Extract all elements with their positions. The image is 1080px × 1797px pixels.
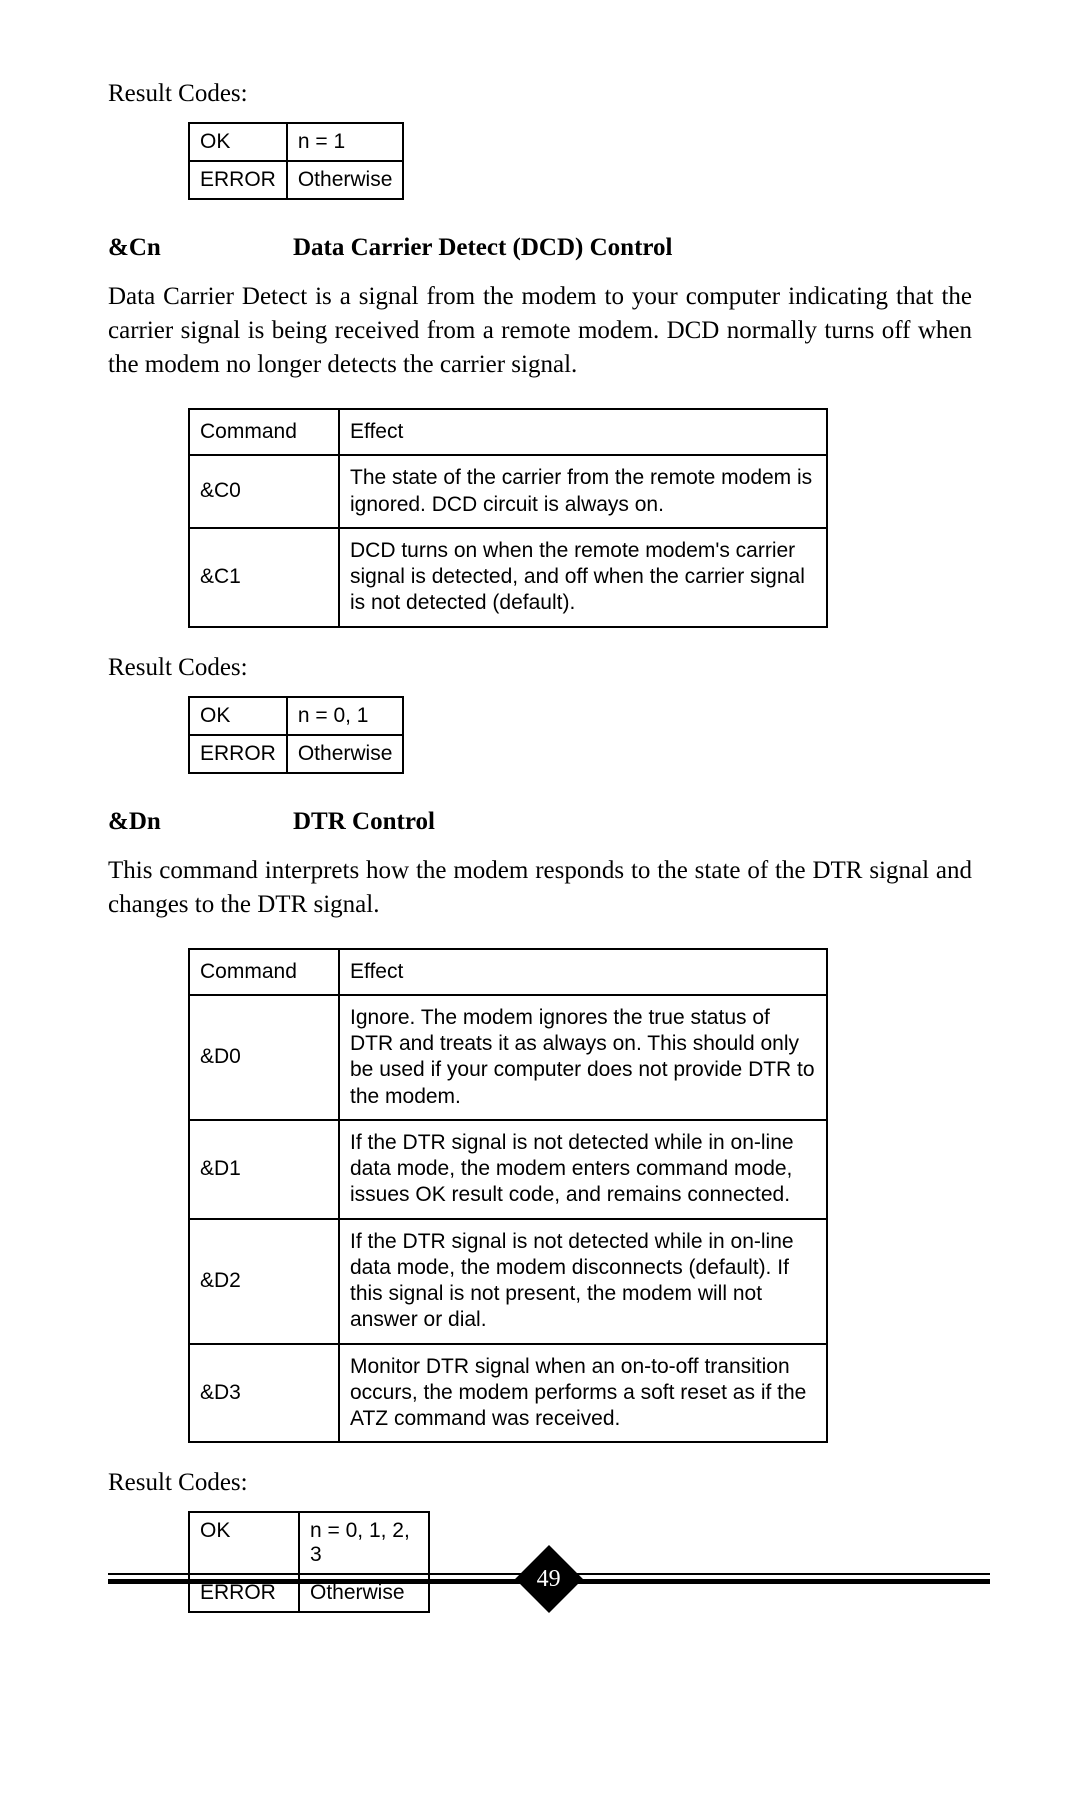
table-row: &D3 Monitor DTR signal when an on-to-off…: [189, 1344, 827, 1443]
result-condition: n = 0, 1, 2, 3: [299, 1512, 429, 1574]
effect-cell: The state of the carrier from the remote…: [339, 455, 827, 528]
result-codes-label: Result Codes:: [108, 1469, 972, 1497]
table-row: &C0 The state of the carrier from the re…: [189, 455, 827, 528]
result-codes-table-2: OK n = 0, 1 ERROR Otherwise: [188, 696, 404, 774]
result-code: OK: [189, 123, 287, 161]
command-cell: &D0: [189, 995, 339, 1120]
effect-cell: If the DTR signal is not detected while …: [339, 1120, 827, 1219]
command-cell: &D3: [189, 1344, 339, 1443]
result-code: OK: [189, 1512, 299, 1574]
command-cell: &D2: [189, 1219, 339, 1344]
result-condition: Otherwise: [287, 161, 404, 199]
command-title: DTR Control: [293, 808, 435, 836]
page-content: Result Codes: OK n = 1 ERROR Otherwise &…: [0, 0, 1080, 1797]
table-header-effect: Effect: [339, 949, 827, 995]
table-header-command: Command: [189, 949, 339, 995]
command-code: &Dn: [108, 808, 293, 836]
result-code: OK: [189, 697, 287, 735]
result-condition: n = 0, 1: [287, 697, 404, 735]
table-row: ERROR Otherwise: [189, 735, 403, 773]
table-row: OK n = 1: [189, 123, 403, 161]
result-code: ERROR: [189, 161, 287, 199]
table-row: Command Effect: [189, 409, 827, 455]
table-row: &D1 If the DTR signal is not detected wh…: [189, 1120, 827, 1219]
table-row: &D0 Ignore. The modem ignores the true s…: [189, 995, 827, 1120]
command-title: Data Carrier Detect (DCD) Control: [293, 234, 673, 262]
effect-cell: DCD turns on when the remote modem's car…: [339, 528, 827, 627]
result-code: ERROR: [189, 735, 287, 773]
result-codes-table-1: OK n = 1 ERROR Otherwise: [188, 122, 404, 200]
table-row: OK n = 0, 1: [189, 697, 403, 735]
table-row: &C1 DCD turns on when the remote modem's…: [189, 528, 827, 627]
table-header-command: Command: [189, 409, 339, 455]
effect-cell: Ignore. The modem ignores the true statu…: [339, 995, 827, 1120]
result-condition: Otherwise: [287, 735, 404, 773]
paragraph-dn: This command interprets how the modem re…: [108, 854, 972, 922]
result-condition: n = 1: [287, 123, 404, 161]
table-row: OK n = 0, 1, 2, 3: [189, 1512, 429, 1574]
table-row: &D2 If the DTR signal is not detected wh…: [189, 1219, 827, 1344]
command-table-dn: Command Effect &D0 Ignore. The modem ign…: [188, 948, 828, 1444]
command-cell: &C0: [189, 455, 339, 528]
result-codes-label: Result Codes:: [108, 80, 972, 108]
paragraph-cn: Data Carrier Detect is a signal from the…: [108, 280, 972, 382]
command-heading-dn: &Dn DTR Control: [108, 808, 972, 836]
command-cell: &D1: [189, 1120, 339, 1219]
effect-cell: Monitor DTR signal when an on-to-off tra…: [339, 1344, 827, 1443]
table-row: Command Effect: [189, 949, 827, 995]
command-heading-cn: &Cn Data Carrier Detect (DCD) Control: [108, 234, 972, 262]
command-table-cn: Command Effect &C0 The state of the carr…: [188, 408, 828, 628]
page-number: 49: [537, 1566, 561, 1593]
command-cell: &C1: [189, 528, 339, 627]
table-row: ERROR Otherwise: [189, 161, 403, 199]
effect-cell: If the DTR signal is not detected while …: [339, 1219, 827, 1344]
result-codes-table-3: OK n = 0, 1, 2, 3 ERROR Otherwise: [188, 1511, 430, 1613]
command-code: &Cn: [108, 234, 293, 262]
page-footer: 49: [108, 1573, 990, 1587]
table-header-effect: Effect: [339, 409, 827, 455]
result-codes-label: Result Codes:: [108, 654, 972, 682]
